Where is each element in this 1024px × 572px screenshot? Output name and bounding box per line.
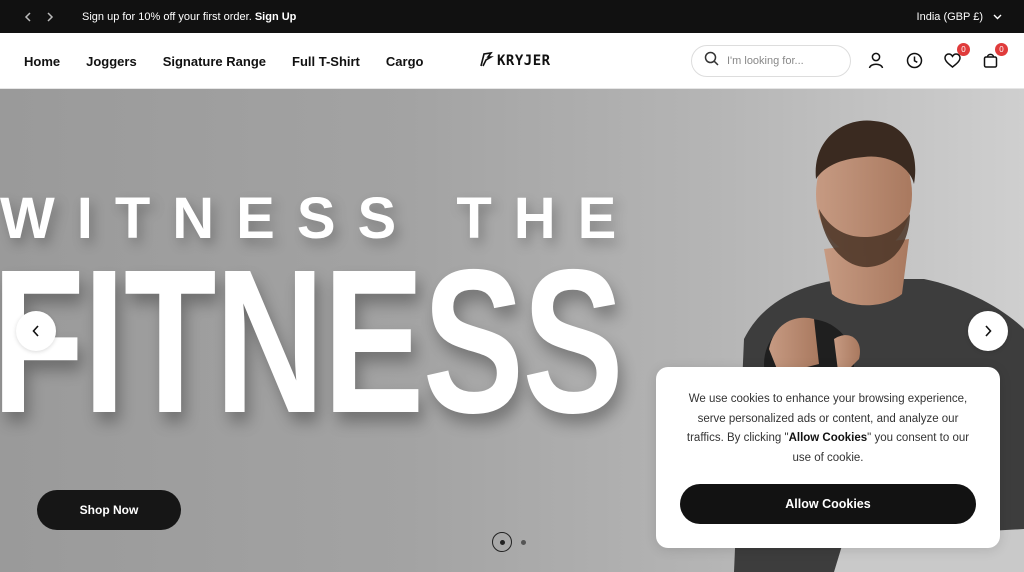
cookie-text-bold: Allow Cookies bbox=[788, 432, 868, 444]
chevron-left-icon bbox=[32, 325, 39, 337]
cookie-consent-popup: We use cookies to enhance your browsing … bbox=[656, 367, 1000, 548]
wishlist-count-badge: 0 bbox=[957, 43, 970, 56]
search-icon bbox=[704, 51, 719, 71]
nav-item-joggers[interactable]: Joggers bbox=[86, 54, 137, 69]
logo-mark-icon bbox=[478, 51, 494, 71]
region-selector[interactable]: India (GBP £) bbox=[917, 0, 1002, 33]
chevron-down-icon bbox=[993, 11, 1002, 23]
nav-item-signature-range[interactable]: Signature Range bbox=[163, 54, 266, 69]
slider-pagination bbox=[492, 532, 526, 552]
chevron-left-icon[interactable] bbox=[22, 11, 34, 23]
site-logo[interactable]: KRYJER bbox=[478, 50, 551, 72]
promo-text: Sign up for 10% off your first order. bbox=[82, 10, 252, 23]
nav-item-full-t-shirt[interactable]: Full T-Shirt bbox=[292, 54, 360, 69]
region-label: India (GBP £) bbox=[916, 10, 983, 23]
logo-text: KRYJER bbox=[497, 53, 551, 69]
account-icon[interactable] bbox=[866, 49, 886, 71]
promo-message: Sign up for 10% off your first order. Si… bbox=[82, 11, 296, 23]
chevron-right-icon bbox=[985, 325, 992, 337]
recently-viewed-icon[interactable] bbox=[904, 49, 924, 71]
nav-item-cargo[interactable]: Cargo bbox=[386, 54, 424, 69]
cart-count-badge: 0 bbox=[995, 43, 1008, 56]
allow-cookies-button[interactable]: Allow Cookies bbox=[680, 484, 976, 524]
slider-prev-button[interactable] bbox=[16, 311, 56, 351]
slider-next-button[interactable] bbox=[968, 311, 1008, 351]
wishlist-icon[interactable]: 0 bbox=[942, 43, 970, 71]
search-input[interactable] bbox=[727, 55, 837, 67]
slide-dot-2[interactable] bbox=[521, 539, 526, 545]
site-header: Home Joggers Signature Range Full T-Shir… bbox=[0, 33, 1024, 89]
cookie-message: We use cookies to enhance your browsing … bbox=[680, 390, 976, 468]
sign-up-link[interactable]: Sign Up bbox=[255, 11, 297, 23]
hero-headline-main: FITNESS bbox=[0, 227, 624, 456]
shop-now-button[interactable]: Shop Now bbox=[37, 490, 181, 530]
cart-icon[interactable]: 0 bbox=[980, 43, 1008, 71]
search-box[interactable] bbox=[691, 45, 851, 77]
slide-dot-1[interactable] bbox=[492, 532, 512, 552]
announcement-arrows bbox=[22, 11, 56, 23]
main-nav: Home Joggers Signature Range Full T-Shir… bbox=[24, 33, 423, 89]
announcement-bar: Sign up for 10% off your first order. Si… bbox=[0, 0, 1024, 33]
header-icons: 0 0 bbox=[866, 43, 1008, 71]
chevron-right-icon[interactable] bbox=[44, 11, 56, 23]
nav-item-home[interactable]: Home bbox=[24, 54, 60, 69]
